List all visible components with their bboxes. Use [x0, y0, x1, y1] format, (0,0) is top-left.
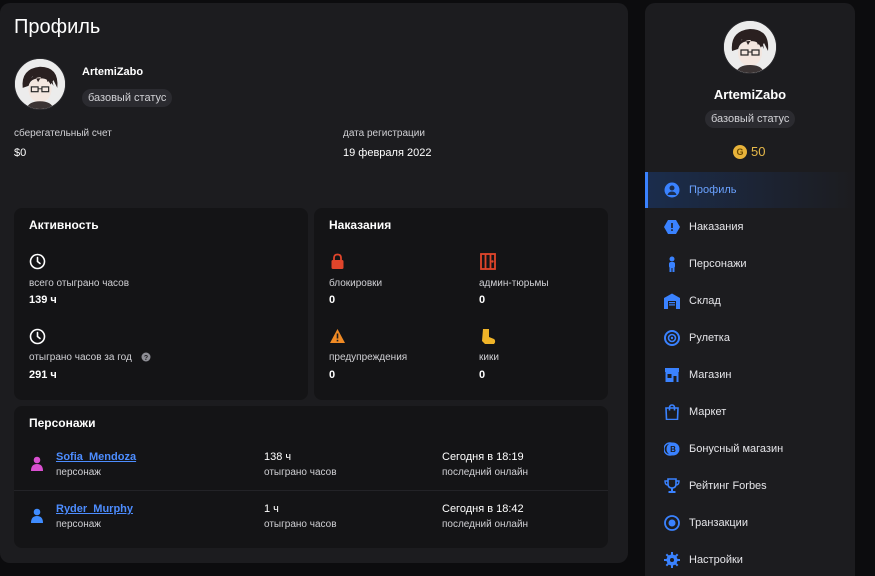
- warnings-label: предупреждения: [329, 352, 408, 363]
- sidebar-username: ArtemiZabo: [713, 87, 787, 102]
- character-last-online-label: последний онлайн: [442, 467, 529, 478]
- character-link[interactable]: Sofia_Mendoza: [56, 451, 136, 463]
- page-title: Профиль: [14, 16, 101, 38]
- coin-balance: G 50: [733, 144, 765, 159]
- sidebar-avatar: [723, 20, 777, 74]
- character-hours: 138 ч: [264, 451, 292, 463]
- sidebar-item-label: Наказания: [689, 221, 744, 233]
- sidebar-item-market[interactable]: Маркет: [645, 394, 855, 430]
- sidebar-item-label: Настройки: [689, 554, 743, 566]
- sidebar-item-punishments[interactable]: Наказания: [645, 209, 855, 245]
- character-hours-label: отыграно часов: [264, 467, 337, 478]
- trophy-icon: [664, 478, 680, 493]
- warning-icon: [330, 329, 345, 343]
- jail-icon: [480, 253, 496, 270]
- punishments-card: [314, 208, 608, 400]
- registration-value: 19 февраля 2022: [343, 147, 432, 159]
- svg-text:B: B: [670, 445, 676, 454]
- sidebar-item-label: Рулетка: [689, 332, 730, 344]
- user-icon: [664, 182, 680, 198]
- character-male-icon: [31, 508, 43, 523]
- sidebar-item-label: Персонажи: [689, 258, 747, 270]
- shield-alert-icon: [664, 220, 680, 234]
- sidebar-item-warehouse[interactable]: Склад: [645, 283, 855, 319]
- activity-card: [14, 208, 308, 400]
- punishments-title: Наказания: [329, 218, 392, 232]
- bans-value: 0: [329, 294, 336, 306]
- svg-text:?: ?: [144, 355, 148, 362]
- sidebar-item-label: Магазин: [689, 369, 732, 381]
- sidebar-item-label: Рейтинг Forbes: [689, 480, 767, 492]
- sidebar-item-profile[interactable]: Профиль: [645, 172, 855, 208]
- character-last-online: Сегодня в 18:42: [442, 503, 524, 515]
- sidebar-item-label: Склад: [689, 295, 721, 307]
- kicks-label: кики: [479, 352, 499, 363]
- transactions-icon: [664, 515, 680, 531]
- character-hours: 1 ч: [264, 503, 279, 515]
- year-hours-label: отыграно часов за год: [29, 352, 132, 363]
- sidebar-status-badge: базовый статус: [705, 110, 796, 128]
- sidebar-item-shop[interactable]: Магазин: [645, 357, 855, 393]
- sidebar-item-roulette[interactable]: Рулетка: [645, 320, 855, 356]
- avatar: [14, 58, 66, 110]
- row-divider: [14, 490, 608, 491]
- lock-icon: [331, 253, 344, 269]
- sidebar-item-label: Транзакции: [689, 517, 748, 529]
- person-icon: [669, 256, 675, 272]
- sidebar-item-label: Профиль: [689, 184, 737, 196]
- savings-label: сберегательный счет: [14, 128, 112, 139]
- character-role: персонаж: [56, 467, 101, 478]
- character-last-online-label: последний онлайн: [442, 519, 529, 530]
- coin-icon: G: [733, 144, 747, 159]
- savings-value: $0: [14, 147, 27, 159]
- sidebar-item-forbes[interactable]: Рейтинг Forbes: [645, 468, 855, 504]
- gear-icon: [664, 552, 680, 568]
- help-icon[interactable]: ?: [141, 352, 151, 362]
- clock-icon: [29, 328, 46, 345]
- character-last-online: Сегодня в 18:19: [442, 451, 524, 463]
- sidebar-item-bonus-shop[interactable]: B Бонусный магазин: [645, 431, 855, 467]
- sidebar-item-transactions[interactable]: Транзакции: [645, 505, 855, 541]
- status-badge: базовый статус: [82, 89, 173, 107]
- character-female-icon: [31, 456, 43, 471]
- warehouse-icon: [664, 293, 680, 309]
- boot-icon: [482, 329, 496, 344]
- character-role: персонаж: [56, 519, 101, 530]
- characters-title: Персонажи: [29, 416, 96, 430]
- bonus-coin-icon: B: [664, 442, 680, 456]
- admin-jail-value: 0: [479, 294, 486, 306]
- sidebar-item-label: Бонусный магазин: [689, 443, 784, 455]
- bans-label: блокировки: [329, 278, 383, 289]
- shop-icon: [665, 368, 679, 382]
- username: ArtemiZabo: [82, 66, 144, 78]
- sidebar-item-label: Маркет: [689, 406, 727, 418]
- admin-jail-label: админ-тюрьмы: [479, 278, 549, 289]
- activity-title: Активность: [29, 218, 99, 232]
- year-hours-value: 291 ч: [29, 369, 57, 381]
- total-hours-label: всего отыграно часов: [29, 278, 130, 289]
- sidebar-item-settings[interactable]: Настройки: [645, 542, 855, 576]
- character-hours-label: отыграно часов: [264, 519, 337, 530]
- registration-label: дата регистрации: [343, 128, 425, 139]
- coin-amount: 50: [751, 144, 766, 159]
- total-hours-value: 139 ч: [29, 294, 57, 306]
- kicks-value: 0: [479, 369, 486, 381]
- character-link[interactable]: Ryder_Murphy: [56, 503, 133, 515]
- warnings-value: 0: [329, 369, 336, 381]
- bag-icon: [665, 404, 679, 420]
- clock-icon: [29, 253, 46, 270]
- sidebar-item-characters[interactable]: Персонажи: [645, 246, 855, 282]
- roulette-icon: [664, 330, 680, 346]
